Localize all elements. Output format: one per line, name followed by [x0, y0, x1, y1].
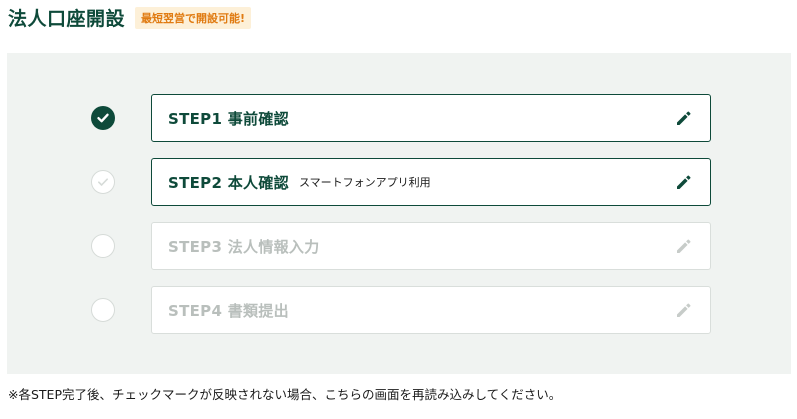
step-2-card[interactable]: STEP2 本人確認 スマートフォンアプリ利用	[151, 158, 711, 206]
step-4-label: STEP4 書類提出	[168, 301, 289, 320]
step-2-label: STEP2 本人確認	[168, 173, 289, 192]
step-row-2: STEP2 本人確認 スマートフォンアプリ利用	[7, 158, 791, 206]
step-1-status-check-icon	[91, 106, 115, 130]
step-row-3: STEP3 法人情報入力	[7, 222, 791, 270]
step-3-label: STEP3 法人情報入力	[168, 237, 320, 256]
pencil-icon[interactable]	[674, 173, 692, 191]
step-1-card[interactable]: STEP1 事前確認	[151, 94, 711, 142]
check-icon	[98, 178, 108, 186]
step-4-status-circle	[91, 298, 115, 322]
pencil-icon	[677, 303, 691, 317]
pencil-icon[interactable]	[674, 109, 692, 127]
page-title: 法人口座開設	[8, 8, 126, 30]
pencil-icon	[677, 239, 691, 253]
step-row-1: STEP1 事前確認	[7, 94, 791, 142]
steps-panel: STEP1 事前確認 STEP2 本人確認 スマートフォンアプリ利用 STEP3…	[7, 53, 791, 374]
step-2-note: スマートフォンアプリ利用	[298, 176, 431, 189]
step-row-4: STEP4 書類提出	[7, 286, 791, 334]
step-4-card: STEP4 書類提出	[151, 286, 711, 334]
check-icon	[97, 113, 109, 123]
page-header: 法人口座開設 最短翌営で開設可能!	[8, 4, 252, 31]
step-1-label: STEP1 事前確認	[168, 109, 289, 128]
promo-badge: 最短翌営で開設可能!	[135, 6, 252, 29]
reload-footnote: ※各STEP完了後、チェックマークが反映されない場合、こちらの画面を再読み込みし…	[8, 387, 562, 402]
step-2-status-check-icon	[91, 170, 115, 194]
step-3-status-circle	[91, 234, 115, 258]
step-3-card: STEP3 法人情報入力	[151, 222, 711, 270]
